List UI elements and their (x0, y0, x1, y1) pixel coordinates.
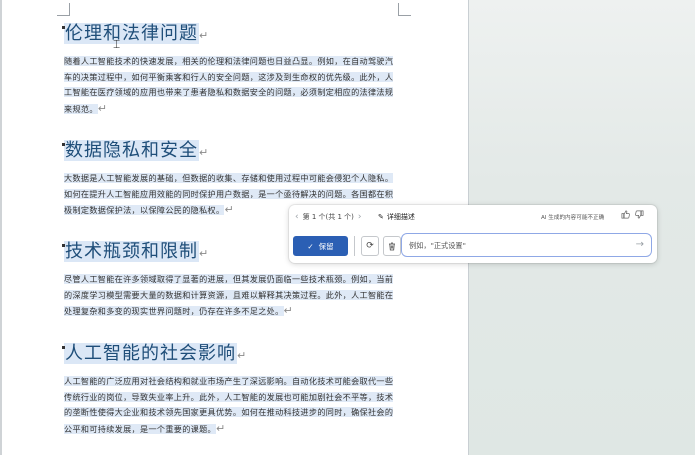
heading-bullet (62, 26, 65, 29)
regenerate-button[interactable]: ⟳ (361, 236, 379, 256)
delete-button[interactable] (383, 236, 401, 256)
thumbs-down-icon[interactable] (635, 210, 644, 222)
action-bar: ✓ 保留 ⟳ (293, 233, 410, 259)
paragraph-mark: ↵ (97, 101, 108, 115)
detail-description-button[interactable]: ✎ 详细描述 (378, 212, 415, 222)
result-counter: 第 1 个(共 1 个) (302, 213, 354, 221)
section-heading[interactable]: 数据隐私和安全↵ (64, 139, 394, 165)
chevron-right-icon[interactable]: › (358, 212, 362, 222)
paragraph-mark: ↵ (199, 29, 210, 42)
chevron-left-icon[interactable]: ‹ (295, 212, 299, 222)
ai-disclaimer: AI 生成的内容可能不正确 (541, 215, 605, 221)
regenerate-icon: ⟳ (366, 241, 374, 251)
section-heading[interactable]: 人工智能的社会影响↵ (64, 342, 394, 368)
mouse-cursor-icon: ⌶ (113, 37, 121, 51)
refine-prompt-input[interactable] (407, 239, 616, 251)
keep-button[interactable]: ✓ 保留 (293, 236, 348, 256)
refine-prompt-box[interactable]: → (401, 233, 652, 257)
crop-mark-top-left (57, 3, 70, 16)
paragraph-mark: ↵ (199, 247, 210, 260)
edit-icon: ✎ (378, 213, 384, 221)
paragraph-mark: ↵ (224, 203, 235, 217)
copilot-rewrite-panel: ‹ 第 1 个(共 1 个) › ✎ 详细描述 AI 生成的内容可能不正确 ✓ … (289, 205, 657, 263)
crop-mark-top-right (398, 3, 411, 16)
heading-bullet (62, 143, 65, 146)
check-icon: ✓ (307, 241, 314, 251)
section-paragraph[interactable]: 尽管人工智能在许多领域取得了显著的进展，但其发展仍面临一些技术瓶颈。例如，当前的… (64, 272, 394, 320)
paragraph-mark: ↵ (283, 304, 294, 318)
divider (354, 236, 355, 256)
keep-label: 保留 (318, 241, 334, 251)
detail-description-label: 详细描述 (386, 213, 415, 221)
paragraph-mark: ↵ (216, 421, 226, 435)
trash-icon (389, 242, 395, 250)
section-paragraph[interactable]: 随着人工智能技术的快速发展，相关的伦理和法律问题也日益凸显。例如，在自动驾驶汽车… (64, 54, 394, 117)
section-social-impact: 人工智能的社会影响↵ 人工智能的广泛应用对社会结构和就业市场产生了深远影响。自动… (62, 342, 394, 437)
heading-bullet (62, 244, 65, 247)
paragraph-mark: ↵ (237, 349, 248, 362)
thumbs-up-icon[interactable] (621, 210, 630, 222)
send-arrow-icon[interactable]: → (636, 239, 644, 250)
result-navigator: ‹ 第 1 个(共 1 个) › (295, 212, 362, 222)
section-paragraph[interactable]: 人工智能的广泛应用对社会结构和就业市场产生了深远影响。自动化技术可能会取代一些传… (64, 374, 394, 437)
paragraph-mark: ↵ (199, 146, 210, 159)
heading-bullet (62, 346, 65, 349)
